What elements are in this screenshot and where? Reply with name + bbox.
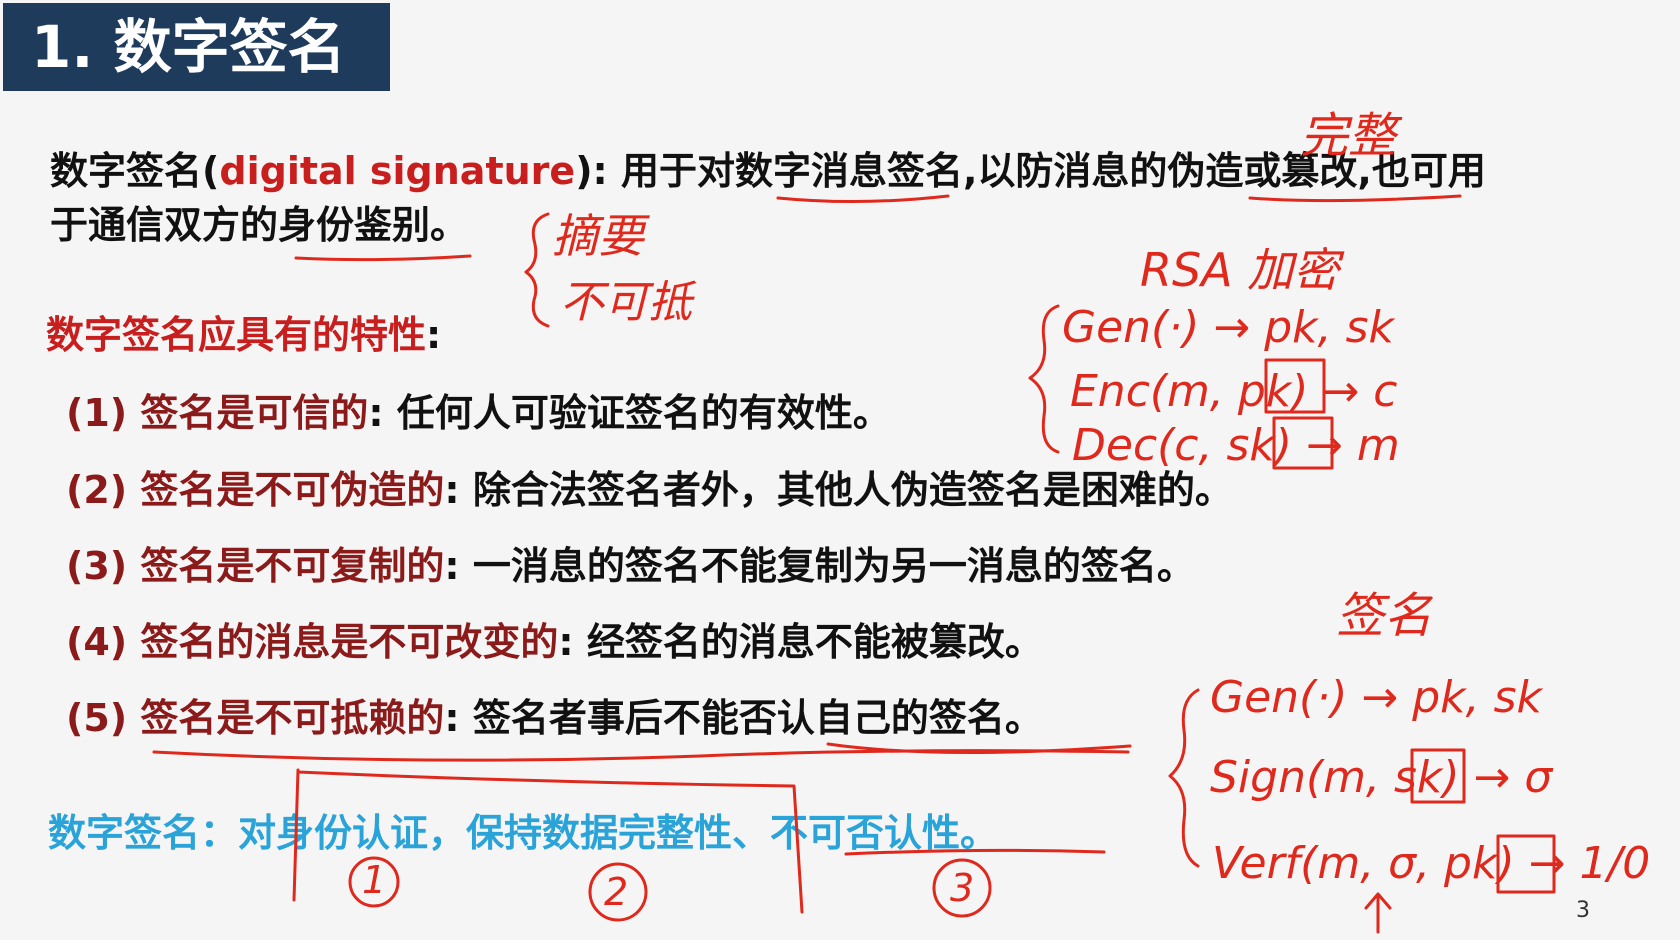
property-item-1: (1) 签名是可信的: 任何人可验证签名的有效性。 xyxy=(66,390,891,436)
property-number: (2) xyxy=(66,468,128,512)
brace-summary-note xyxy=(524,212,550,328)
property-label: 签名是可信的 xyxy=(127,391,369,435)
property-item-4: (4) 签名的消息是不可改变的: 经签名的消息不能被篡改。 xyxy=(66,619,1043,665)
annotation-summary-note-1: 摘要 xyxy=(552,209,644,263)
property-label: 签名是不可伪造的 xyxy=(127,468,445,512)
property-item-2: (2) 签名是不可伪造的: 除合法签名者外，其他人伪造签名是困难的。 xyxy=(66,467,1233,513)
annotation-sign-title: 签名 xyxy=(1336,588,1433,644)
definition-line-1: 数字签名(digital signature): 用于对数字消息签名,以防消息的… xyxy=(50,148,1486,194)
annotation-gen-2: Gen(·) → pk, sk xyxy=(1210,672,1542,723)
annotation-dec: Dec(c, sk) → m xyxy=(1072,420,1400,471)
definition-english: digital signature xyxy=(219,149,576,193)
properties-colon: : xyxy=(426,313,442,357)
underline-identity xyxy=(294,254,472,262)
property-label: 签名的消息是不可改变的 xyxy=(127,620,559,664)
property-number: (3) xyxy=(66,544,128,588)
property-colon: : xyxy=(444,468,460,512)
underline-cannot-deny xyxy=(826,742,1132,755)
summary-line: 数字签名：对身份认证，保持数据完整性、不可否认性。 xyxy=(48,811,999,855)
property-colon: : xyxy=(444,696,460,740)
annotation-circle-3: 3 xyxy=(950,866,975,910)
annotation-sign: Sign(m, sk) → σ xyxy=(1210,752,1553,803)
property-desc: 一消息的签名不能复制为另一消息的签名。 xyxy=(459,544,1195,588)
definition-open-paren: ( xyxy=(202,149,220,193)
property-desc: 经签名的消息不能被篡改。 xyxy=(573,620,1043,664)
slide: 1. 数字签名 数字签名(digital signature): 用于对数字消息… xyxy=(0,0,1680,940)
properties-heading: 数字签名应具有的特性: xyxy=(46,312,441,358)
slide-title: 1. 数字签名 xyxy=(31,13,346,81)
brace-rsa xyxy=(1028,304,1060,454)
brace-sign xyxy=(1168,688,1200,868)
annotation-rsa: RSA 加密 xyxy=(1140,243,1340,297)
property-desc: 除合法签名者外，其他人伪造签名是困难的。 xyxy=(459,468,1233,512)
property-number: (1) xyxy=(66,391,128,435)
underline-item-5 xyxy=(152,749,1130,762)
property-desc: 签名者事后不能否认自己的签名。 xyxy=(459,696,1043,740)
property-colon: : xyxy=(368,391,384,435)
property-number: (4) xyxy=(66,620,128,664)
definition-close-paren: ): xyxy=(575,149,608,193)
property-item-5: (5) 签名是不可抵赖的: 签名者事后不能否认自己的签名。 xyxy=(66,695,1043,741)
annotation-summary-note-2: 不可抵 xyxy=(560,277,692,328)
properties-title: 数字签名应具有的特性 xyxy=(46,313,427,357)
annotation-circle-2: 2 xyxy=(604,870,629,914)
title-bar: 1. 数字签名 xyxy=(3,3,390,91)
property-colon: : xyxy=(444,544,460,588)
property-label: 签名是不可复制的 xyxy=(127,544,445,588)
property-label: 签名是不可抵赖的 xyxy=(127,696,445,740)
definition-line-2: 于通信双方的身份鉴别。 xyxy=(50,203,469,247)
property-colon: : xyxy=(558,620,574,664)
annotation-gen-1: Gen(·) → pk, sk xyxy=(1062,302,1394,353)
property-item-3: (3) 签名是不可复制的: 一消息的签名不能复制为另一消息的签名。 xyxy=(66,543,1195,589)
annotation-enc: Enc(m, pk) → c xyxy=(1070,366,1398,417)
annotation-integrity: 完整 xyxy=(1300,108,1397,164)
arrow-up-m xyxy=(1364,892,1392,934)
definition-term: 数字签名 xyxy=(50,149,203,193)
property-number: (5) xyxy=(66,696,128,740)
annotation-circle-1: 1 xyxy=(362,858,387,902)
annotation-verf: Verf(m, σ, pk) → 1/0 xyxy=(1212,838,1651,889)
underline-forgery xyxy=(1248,194,1462,203)
page-number: 3 xyxy=(1576,898,1590,923)
underline-digital-message xyxy=(776,194,950,204)
property-desc: 任何人可验证签名的有效性。 xyxy=(383,391,891,435)
